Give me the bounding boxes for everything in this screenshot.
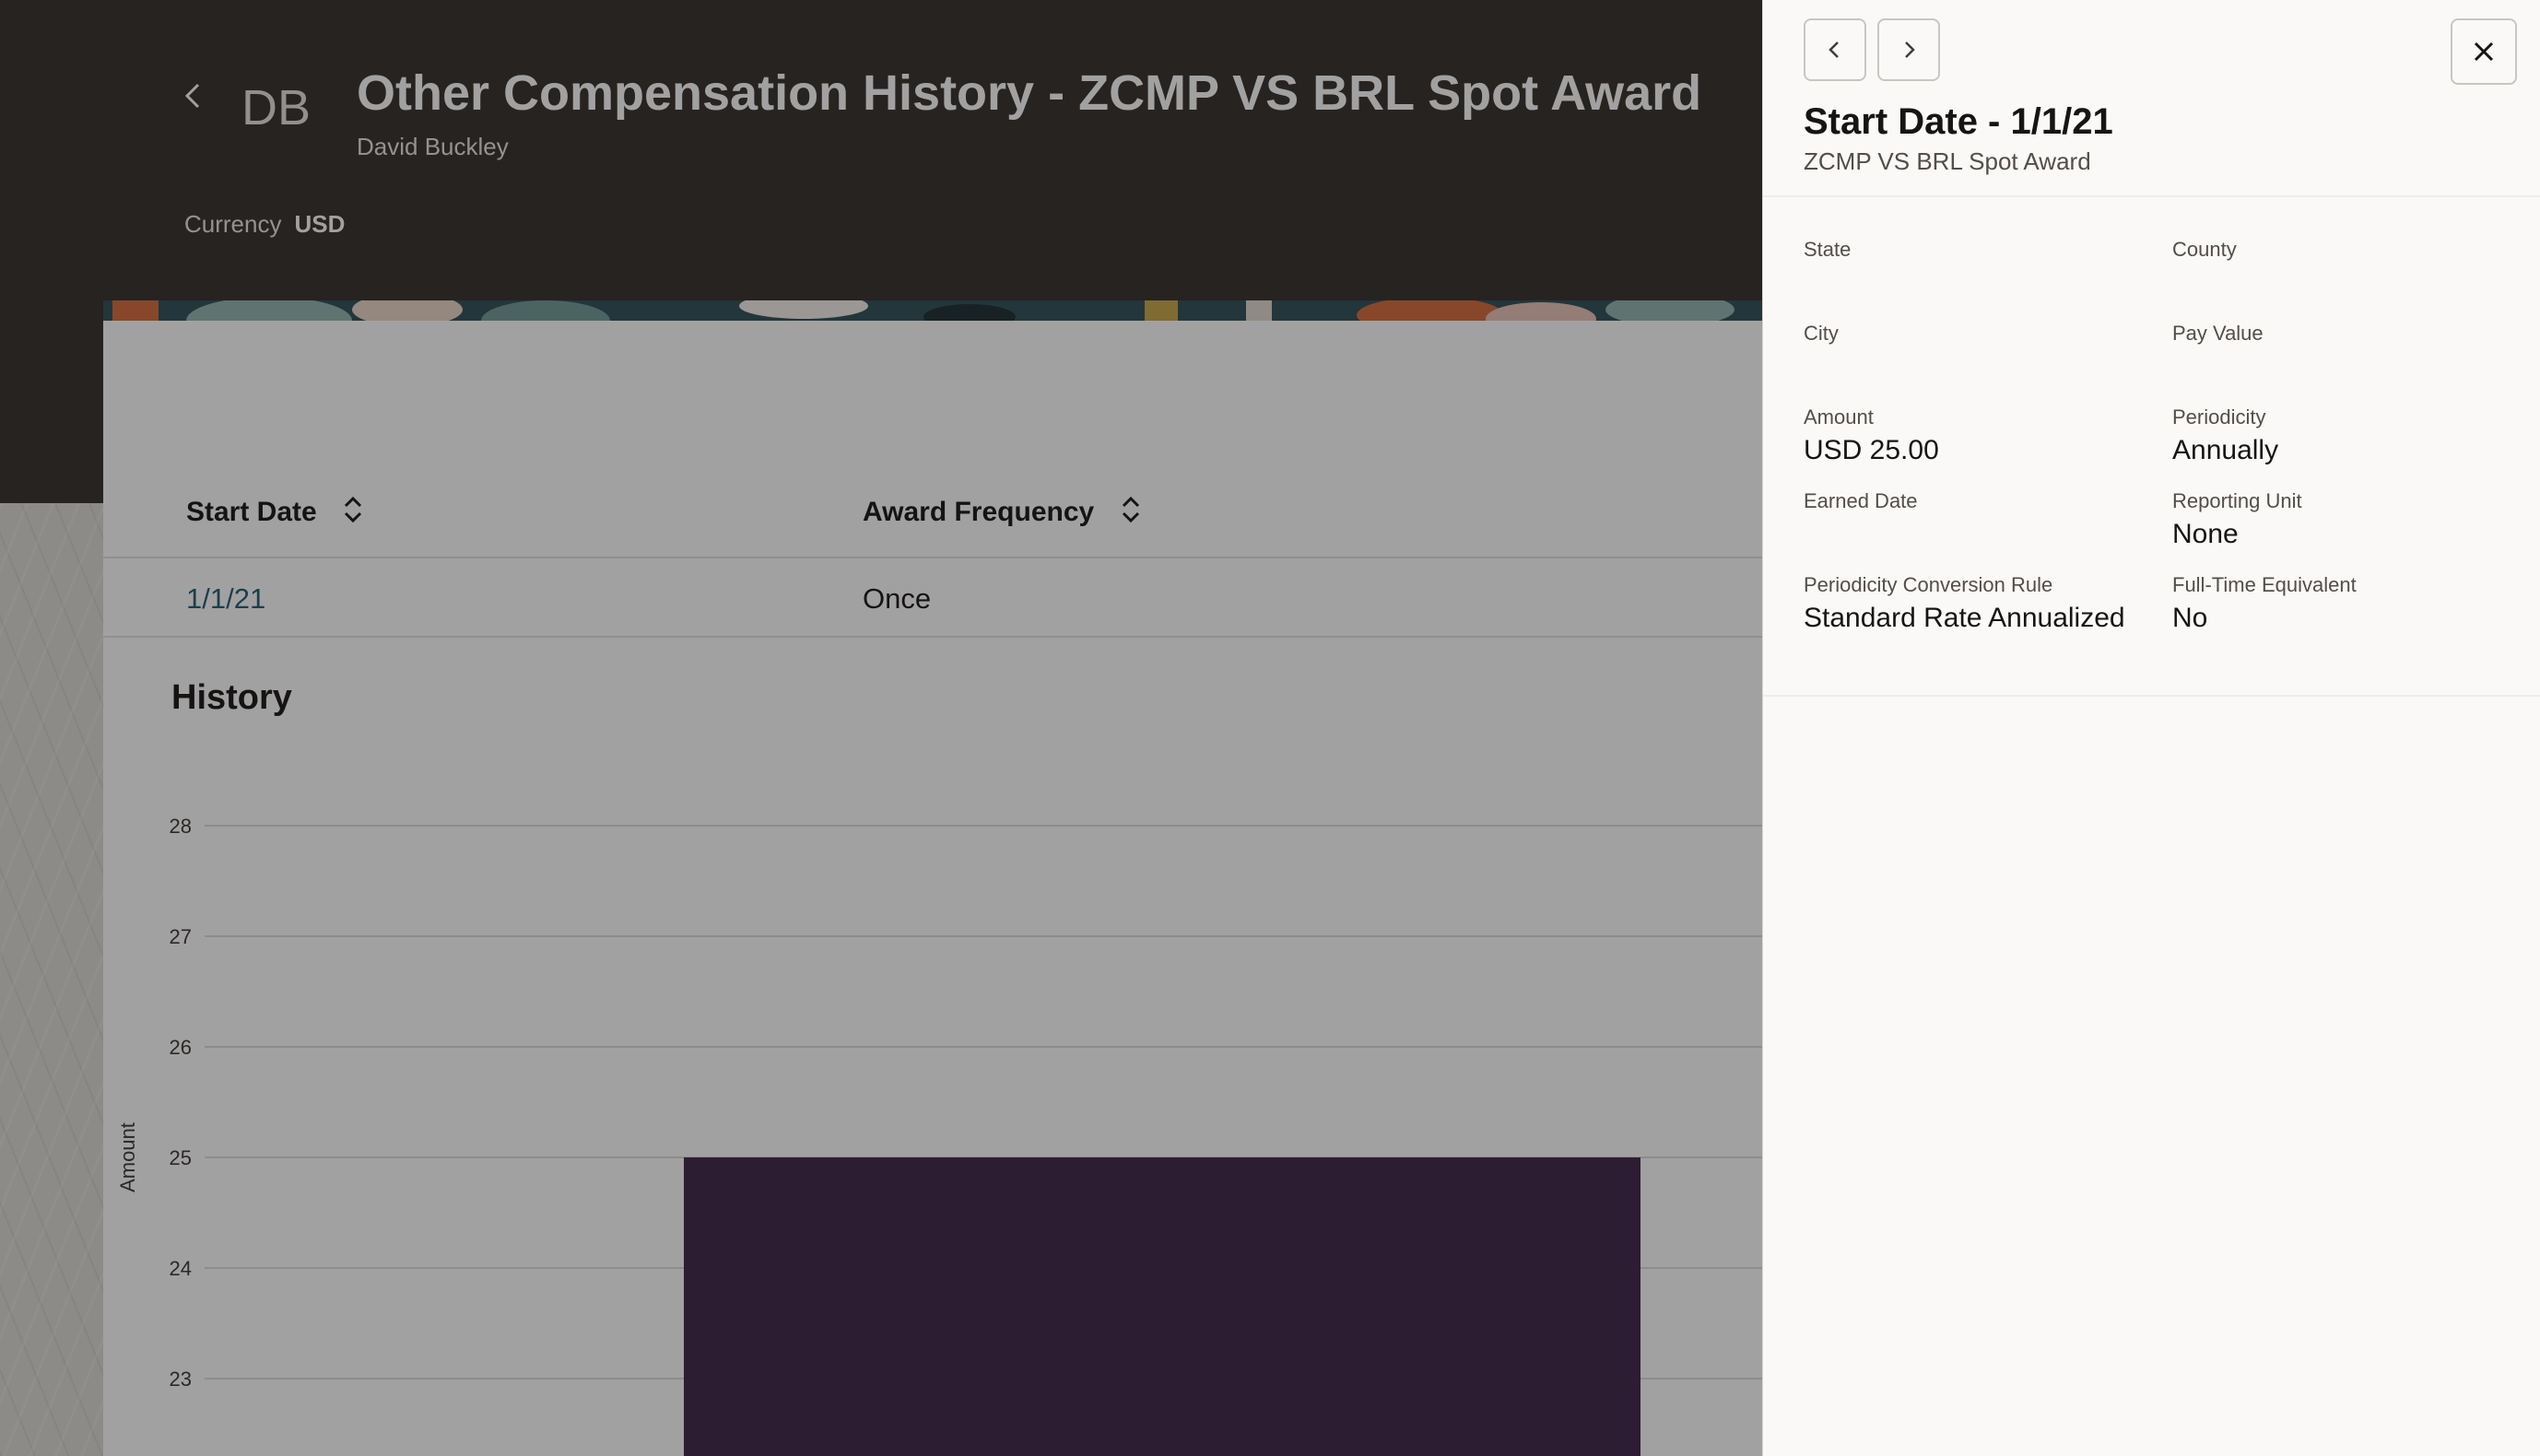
field-value: USD 25.00 — [1804, 435, 1939, 465]
chevron-right-icon — [1905, 41, 1915, 58]
field-label: Full-Time Equivalent — [2172, 573, 2357, 596]
field-value: Standard Rate Annualized — [1804, 603, 2125, 633]
close-icon — [2474, 41, 2494, 62]
field-label: County — [2172, 238, 2237, 261]
detail-drawer: Start Date - 1/1/21 ZCMP VS BRL Spot Awa… — [1762, 0, 2540, 1456]
next-button[interactable] — [1877, 18, 1940, 81]
field-label: Earned Date — [1804, 489, 1918, 512]
field-periodicity: Periodicity Annually — [2172, 405, 2522, 466]
field-value: None — [2172, 519, 2239, 549]
field-pay-value: Pay Value — [2172, 322, 2522, 351]
field-label: Periodicity — [2172, 405, 2266, 429]
field-label: Periodicity Conversion Rule — [1804, 573, 2053, 596]
divider — [1763, 195, 2540, 197]
field-city: City — [1804, 322, 2154, 351]
field-state: State — [1804, 238, 2154, 267]
field-label: State — [1804, 238, 1852, 261]
field-label: Pay Value — [2172, 322, 2264, 345]
field-full-time-equivalent: Full-Time Equivalent No — [2172, 573, 2522, 634]
field-label: Reporting Unit — [2172, 489, 2302, 512]
field-earned-date: Earned Date — [1804, 489, 2154, 519]
divider — [1763, 695, 2540, 697]
field-label: Amount — [1804, 405, 1874, 429]
drawer-title: Start Date - 1/1/21 — [1804, 101, 2113, 142]
drawer-subtitle: ZCMP VS BRL Spot Award — [1804, 147, 2091, 175]
close-button[interactable] — [2451, 18, 2517, 85]
field-value: No — [2172, 603, 2208, 633]
field-value: Annually — [2172, 435, 2279, 465]
field-reporting-unit: Reporting Unit None — [2172, 489, 2522, 550]
previous-button[interactable] — [1804, 18, 1866, 81]
field-label: City — [1804, 322, 1839, 345]
field-amount: Amount USD 25.00 — [1804, 405, 2154, 466]
field-county: County — [2172, 238, 2522, 267]
chevron-left-icon — [1829, 41, 1839, 58]
field-periodicity-conversion-rule: Periodicity Conversion Rule Standard Rat… — [1804, 573, 2154, 634]
